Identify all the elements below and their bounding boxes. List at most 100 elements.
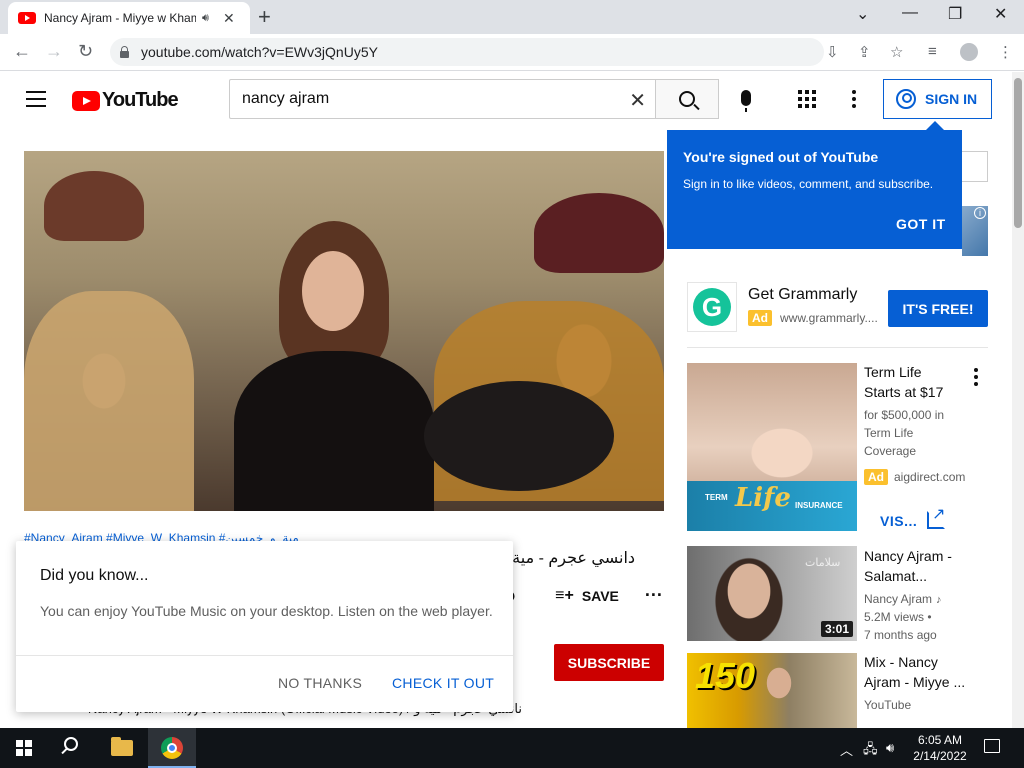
volume-icon[interactable]: 🔊︎	[886, 740, 894, 756]
network-icon[interactable]: 🖧︎	[863, 740, 878, 762]
video-frame-shape	[424, 381, 614, 491]
external-link-icon[interactable]	[927, 504, 945, 529]
settings-more-icon[interactable]	[852, 90, 856, 108]
ad-badge: Ad	[864, 469, 888, 485]
ad-title[interactable]: Get Grammarly	[748, 286, 857, 304]
tab-search-icon[interactable]: ⌄	[856, 4, 869, 24]
related-mix-thumbnail[interactable]: 150	[687, 653, 857, 728]
clock-date: 2/14/2022	[913, 749, 967, 763]
close-window-button[interactable]: ✕	[994, 4, 1007, 24]
related-video-channel[interactable]: Nancy Ajram ♪	[864, 590, 984, 609]
tooltip-body: Sign in to like videos, comment, and sub…	[683, 177, 934, 191]
url-text[interactable]: youtube.com/watch?v=EWv3jQnUy5Y	[141, 44, 378, 60]
termlife-ad-title[interactable]: Term Life Starts at $17	[864, 362, 959, 402]
minimize-button[interactable]: —	[902, 4, 918, 22]
termlife-ad-image[interactable]: TERM Life INSURANCE	[687, 363, 857, 531]
ad-more-icon[interactable]	[974, 368, 978, 386]
clear-search-icon[interactable]: ✕	[629, 88, 646, 113]
termlife-ad-meta: Ad aigdirect.com	[864, 469, 965, 485]
browser-toolbar: ← → ↻ youtube.com/watch?v=EWv3jQnUy5Y ⇩ …	[0, 34, 1024, 71]
more-actions-icon[interactable]: ···	[645, 585, 663, 606]
related-video-title[interactable]: Nancy Ajram - Salamat...	[864, 546, 974, 586]
youtube-header: YouTube nancy ajram ✕ SIGN IN	[0, 72, 1012, 128]
check-it-out-button[interactable]: CHECK IT OUT	[392, 675, 494, 691]
reload-icon[interactable]: ↻	[78, 41, 93, 62]
speaker-icon[interactable]: 🔊︎	[202, 12, 209, 25]
no-thanks-button[interactable]: NO THANKS	[278, 675, 362, 691]
clock-time: 6:05 AM	[917, 733, 963, 747]
its-free-button[interactable]: IT'S FREE!	[888, 290, 988, 327]
media-control-icon[interactable]: ≡	[928, 43, 937, 60]
scrollbar-thumb[interactable]	[1014, 78, 1022, 228]
related-mix-channel[interactable]: YouTube	[864, 696, 984, 714]
apps-grid-icon[interactable]	[798, 90, 816, 108]
search-input[interactable]: nancy ajram ✕	[229, 79, 656, 119]
install-app-icon[interactable]: ⇩	[826, 43, 839, 61]
hamburger-menu-icon[interactable]	[26, 91, 46, 107]
search-button[interactable]	[655, 79, 719, 119]
youtube-logo[interactable]: YouTube	[72, 89, 179, 112]
video-frame-shape	[234, 351, 434, 511]
notifications-icon[interactable]	[984, 739, 1000, 753]
microphone-icon[interactable]	[741, 90, 751, 112]
file-explorer-icon[interactable]	[111, 737, 133, 756]
forward-arrow-icon[interactable]: →	[45, 41, 63, 62]
address-bar[interactable]: youtube.com/watch?v=EWv3jQnUy5Y	[110, 38, 824, 66]
info-icon[interactable]: i	[974, 207, 986, 219]
tooltip-title: You're signed out of YouTube	[683, 149, 879, 165]
windows-taskbar: ︿ 🖧︎ 🔊︎ 6:05 AM 2/14/2022	[0, 728, 1024, 768]
ad-domain: www.grammarly....	[780, 311, 878, 325]
channel-name[interactable]: Nancy Ajram	[864, 592, 932, 606]
browser-tab[interactable]: Nancy Ajram - Miyye w Khamsin 🔊︎ ✕	[8, 2, 250, 34]
video-frame-shape	[44, 171, 144, 241]
grammarly-g-icon: G	[693, 288, 731, 326]
youtube-favicon-icon	[18, 12, 36, 24]
tab-close-icon[interactable]: ✕	[223, 10, 235, 27]
search-icon	[679, 91, 695, 107]
official-artist-note-icon: ♪	[936, 594, 942, 606]
share-icon[interactable]: ⇪	[858, 43, 871, 61]
dialog-divider	[16, 655, 513, 656]
tab-title: Nancy Ajram - Miyye w Khamsin	[44, 11, 196, 25]
video-duration: 3:01	[820, 621, 853, 637]
signed-out-tooltip: You're signed out of YouTube Sign in to …	[667, 121, 962, 249]
new-tab-button[interactable]: +	[258, 4, 271, 30]
taskbar-clock[interactable]: 6:05 AM 2/14/2022	[905, 732, 975, 764]
lock-icon[interactable]	[120, 45, 129, 58]
back-arrow-icon[interactable]: ←	[13, 41, 31, 62]
youtube-music-promo-dialog: Did you know... You can enjoy YouTube Mu…	[16, 541, 513, 712]
chrome-taskbar-button[interactable]	[148, 728, 196, 768]
sign-in-button[interactable]: SIGN IN	[883, 79, 992, 119]
restore-button[interactable]: ❐	[948, 4, 962, 24]
visit-site-button[interactable]: VIS...	[880, 513, 917, 529]
windows-start-icon[interactable]	[16, 740, 32, 756]
video-title: دانسي عجرم - مية و	[500, 550, 636, 567]
got-it-button[interactable]: GOT IT	[896, 216, 946, 232]
taskbar-search-icon[interactable]	[64, 737, 78, 751]
chrome-icon	[161, 737, 183, 759]
video-player[interactable]	[24, 151, 664, 511]
grammarly-ad[interactable]: G Get Grammarly Ad www.grammarly.... IT'…	[687, 282, 988, 342]
grammarly-logo[interactable]: G	[687, 282, 737, 332]
browser-tab-strip: Nancy Ajram - Miyye w Khamsin 🔊︎ ✕ + ⌄ —…	[0, 0, 1024, 34]
ad-domain: aigdirect.com	[894, 470, 966, 484]
chrome-menu-icon[interactable]: ⋮	[998, 43, 1013, 61]
related-video-thumbnail[interactable]: سلامات 3:01	[687, 546, 857, 641]
subscribe-button[interactable]: SUBSCRIBE	[554, 644, 664, 681]
related-mix-title[interactable]: Mix - Nancy Ajram - Miyye ...	[864, 652, 974, 692]
video-frame-shape	[24, 291, 194, 511]
video-frame-shape	[302, 251, 364, 331]
save-button[interactable]: SAVE	[582, 588, 619, 604]
page-scrollbar[interactable]	[1012, 72, 1024, 728]
profile-avatar-icon[interactable]	[960, 43, 978, 61]
playlist-add-icon[interactable]: ≡+	[555, 587, 574, 605]
ad-image-term: TERM	[705, 493, 728, 502]
ad-badge: Ad	[748, 310, 772, 326]
search-input-value[interactable]: nancy ajram	[242, 90, 329, 108]
bookmark-star-icon[interactable]: ☆	[890, 43, 903, 61]
dialog-title: Did you know...	[40, 567, 149, 584]
show-hidden-icons-chevron-icon[interactable]: ︿	[840, 740, 853, 759]
video-frame-shape	[534, 193, 664, 273]
youtube-play-icon	[72, 90, 100, 111]
video-actions: D ≡+ SAVE ···	[505, 585, 663, 606]
